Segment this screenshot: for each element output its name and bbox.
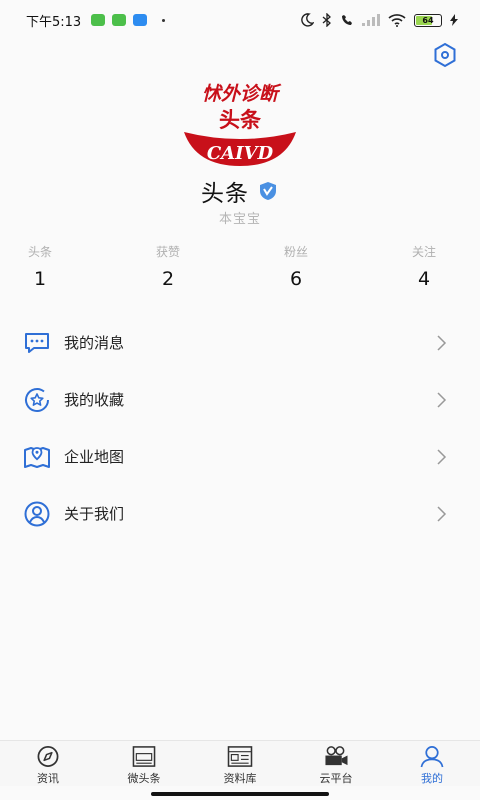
logo-text-mid: 头条 [219,108,262,132]
settings-icon[interactable] [432,42,458,68]
menu-item-label: 我的收藏 [64,391,125,409]
stat-value: 6 [289,268,303,290]
menu-item-label: 我的消息 [64,334,125,352]
menu-item-label: 企业地图 [64,448,125,466]
status-bar: 下午5:13 64 [0,0,480,40]
battery-indicator: 64 [414,13,442,27]
tab-label: 微头条 [127,772,161,785]
stat-value: 2 [161,268,175,290]
profile-name-row: 头条 [0,174,480,208]
profile-subtitle: 本宝宝 [218,212,261,227]
menu-item-enterprise-map[interactable]: 企业地图 [0,428,480,485]
stat-following[interactable]: 关注 4 [360,243,480,290]
stat-likes[interactable]: 获赞 2 [104,243,224,290]
tab-label: 云平台 [319,772,353,785]
signal-icon [362,14,380,26]
camera-icon [325,746,348,766]
chevron-right-icon [437,505,447,522]
stat-value: 4 [417,268,431,290]
menu-item-favorites[interactable]: 我的收藏 [0,371,480,428]
stat-value: 1 [33,268,47,290]
logo-text-top: 怵外诊断 [202,83,282,105]
menu-item-about-us[interactable]: 关于我们 [0,485,480,542]
favorite-icon [25,387,49,412]
tab-label: 资讯 [37,772,59,785]
message-icon [25,332,49,353]
tab-library[interactable]: 资料库 [192,741,288,786]
menu-item-label: 关于我们 [64,505,125,523]
wechat-notification-icon [91,14,106,26]
tab-mine[interactable]: 我的 [384,741,480,786]
call-forward-icon [342,15,352,25]
verified-badge-icon [260,182,276,200]
about-icon [24,501,50,526]
micro-headline-icon [132,746,156,767]
profile-name: 头条 [201,181,249,207]
chevron-right-icon [437,448,447,465]
bottom-tab-bar: 资讯 微头条 资料库 云平台 我的 [0,740,480,786]
tab-label: 资料库 [223,772,257,785]
tab-micro-headline[interactable]: 微头条 [96,741,192,786]
tab-cloud-platform[interactable]: 云平台 [288,741,384,786]
moon-icon [301,13,314,27]
map-icon [24,446,50,468]
stat-fans[interactable]: 粉丝 6 [232,243,352,290]
more-notifications-dot [162,18,166,22]
stat-label: 获赞 [155,245,180,259]
stat-label: 粉丝 [283,245,308,259]
tab-label: 我的 [421,772,443,785]
profile-menu: 我的消息 我的收藏 企业地图 关于我们 [0,314,480,542]
stat-headlines[interactable]: 头条 1 [0,243,96,290]
tab-news[interactable]: 资讯 [0,741,96,786]
compass-icon [37,746,59,767]
profile-icon [420,746,444,768]
news-library-icon [227,746,253,767]
menu-item-messages[interactable]: 我的消息 [0,314,480,371]
chevron-right-icon [437,334,447,351]
wifi-icon [388,13,406,27]
charging-icon [450,14,458,26]
profile-stats: 头条 1 获赞 2 粉丝 6 关注 4 [0,243,480,290]
company-logo: 怵外诊断 头条 CAIVD [184,83,296,166]
stat-label: 头条 [27,245,52,259]
bluetooth-icon [322,13,331,27]
stat-label: 关注 [411,245,436,259]
logo-text-band: CAIVD [207,143,274,164]
home-indicator[interactable] [151,792,329,796]
status-time: 下午5:13 [26,14,82,30]
upload-notification-icon [133,14,148,26]
message-notification-icon [112,14,127,26]
chevron-right-icon [437,391,447,408]
battery-level: 64 [422,15,434,25]
